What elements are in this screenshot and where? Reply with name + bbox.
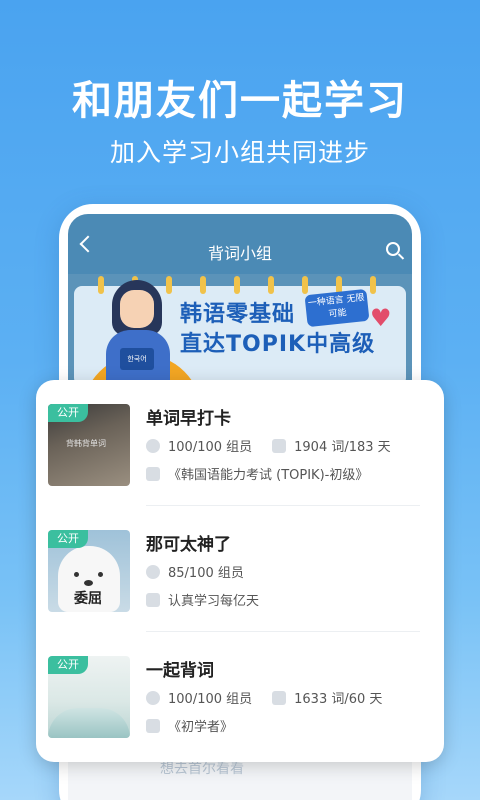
group-thumbnail: 公开 bbox=[48, 656, 130, 738]
book-icon bbox=[146, 592, 160, 607]
book-title: 认真学习每亿天 bbox=[168, 594, 260, 609]
group-name: 一起背词 bbox=[146, 661, 214, 681]
group-thumbnail: 公开 委屈 bbox=[48, 530, 130, 612]
banner-headline-1: 韩语零基础 bbox=[180, 302, 296, 327]
word-progress: 1633 词/60 天 bbox=[294, 692, 383, 707]
book-icon bbox=[146, 718, 160, 733]
binder-ring bbox=[200, 276, 206, 294]
banner-headline-2: 直达TOPIK中高级 bbox=[180, 332, 376, 357]
binder-ring bbox=[234, 276, 240, 294]
public-badge: 公开 bbox=[48, 656, 88, 674]
binder-ring bbox=[370, 276, 376, 294]
thumb-caption: 委屈 bbox=[74, 591, 102, 607]
user-icon bbox=[146, 690, 160, 705]
group-item[interactable]: 公开 背韩背单词 单词早打卡 100/100 组员 1904 词/183 天 《… bbox=[36, 380, 444, 506]
hero-subtitle: 加入学习小组共同进步 bbox=[109, 138, 370, 167]
book-title: 《初学者》 bbox=[168, 720, 234, 735]
group-meta-book: 认真学习每亿天 bbox=[146, 590, 259, 609]
group-meta-stats: 100/100 组员 1904 词/183 天 bbox=[146, 436, 391, 455]
bear-eye bbox=[74, 572, 79, 577]
group-thumbnail: 公开 背韩背单词 bbox=[48, 404, 130, 486]
heart-icon: ♥ bbox=[370, 304, 392, 332]
member-count: 100/100 组员 bbox=[168, 692, 253, 707]
calendar-icon bbox=[272, 690, 287, 705]
search-icon[interactable] bbox=[386, 242, 400, 256]
public-badge: 公开 bbox=[48, 530, 88, 548]
binder-ring bbox=[302, 276, 308, 294]
calendar-icon bbox=[272, 438, 287, 453]
wave-illustration bbox=[48, 708, 130, 738]
group-meta-stats: 100/100 组员 1633 词/60 天 bbox=[146, 688, 382, 707]
member-count: 85/100 组员 bbox=[168, 566, 244, 581]
thumb-brand-text: 背韩背单词 bbox=[66, 439, 106, 448]
binder-ring bbox=[98, 276, 104, 294]
book-icon bbox=[146, 466, 160, 481]
app-title: 背词小组 bbox=[207, 244, 272, 263]
bear-nose bbox=[84, 580, 93, 586]
bear-eye bbox=[98, 572, 103, 577]
group-meta-book: 《韩国语能力考试 (TOPIK)-初级》 bbox=[146, 464, 368, 483]
user-icon bbox=[146, 564, 160, 579]
illustration-face bbox=[120, 290, 154, 328]
group-item[interactable]: 公开 一起背词 100/100 组员 1633 词/60 天 《初学者》 bbox=[36, 632, 444, 758]
binder-ring bbox=[166, 276, 172, 294]
book-title: 《韩国语能力考试 (TOPIK)-初级》 bbox=[168, 468, 369, 483]
app-bar: 背词小组 bbox=[68, 214, 412, 274]
group-list-sheet: 公开 背韩背单词 单词早打卡 100/100 组员 1904 词/183 天 《… bbox=[36, 380, 444, 762]
public-badge: 公开 bbox=[48, 404, 88, 422]
banner-tag: 一种语言 无限可能 bbox=[304, 288, 370, 328]
binder-ring bbox=[268, 276, 274, 294]
group-item[interactable]: 公开 委屈 那可太神了 85/100 组员 认真学习每亿天 bbox=[36, 506, 444, 632]
group-meta-stats: 85/100 组员 bbox=[146, 562, 244, 581]
member-count: 100/100 组员 bbox=[168, 440, 253, 455]
word-progress: 1904 词/183 天 bbox=[294, 440, 391, 455]
group-name: 那可太神了 bbox=[146, 535, 231, 555]
user-icon bbox=[146, 438, 160, 453]
group-name: 单词早打卡 bbox=[146, 409, 231, 429]
promo-banner[interactable]: 한국어 韩语零基础 直达TOPIK中高级 一种语言 无限可能 ♥ bbox=[68, 274, 412, 384]
illustration-book: 한국어 bbox=[120, 348, 154, 370]
hero-title: 和朋友们一起学习 bbox=[72, 78, 408, 124]
group-meta-book: 《初学者》 bbox=[146, 716, 233, 735]
